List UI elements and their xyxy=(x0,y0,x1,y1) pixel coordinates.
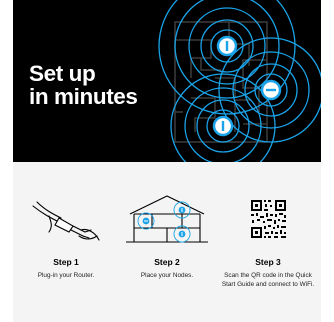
plug-icon xyxy=(32,201,100,241)
step-3-description: Scan the QR code in the Quick Start Guid… xyxy=(221,272,315,288)
hero-title: Set up in minutes xyxy=(29,62,138,108)
house-icon xyxy=(126,195,208,243)
step-3-title: Step 3 xyxy=(255,257,281,267)
node-badges xyxy=(142,206,186,238)
hero-panel: Set up in minutes xyxy=(13,0,321,162)
setup-banner: Set up in minutes Step 1 Plug-in your Ro… xyxy=(0,0,334,322)
hero-title-line-1: Set up xyxy=(29,61,96,86)
node-icon-top xyxy=(216,35,238,57)
steps-section: Step 1 Plug-in your Router. Step 2 Place… xyxy=(13,162,321,322)
node-icon-bottom xyxy=(212,115,234,137)
step-2-description: Place your Nodes. xyxy=(140,272,194,279)
qr-code-icon xyxy=(251,200,286,238)
mesh-network-illustration xyxy=(158,0,321,162)
signal-rings xyxy=(158,0,321,162)
step-1-description: Plug-in your Router. xyxy=(37,272,95,279)
hero-title-line-2: in minutes xyxy=(29,84,138,109)
step-2-title: Step 2 xyxy=(154,257,180,267)
step-1-title: Step 1 xyxy=(53,257,79,267)
node-icon-right xyxy=(260,79,282,101)
